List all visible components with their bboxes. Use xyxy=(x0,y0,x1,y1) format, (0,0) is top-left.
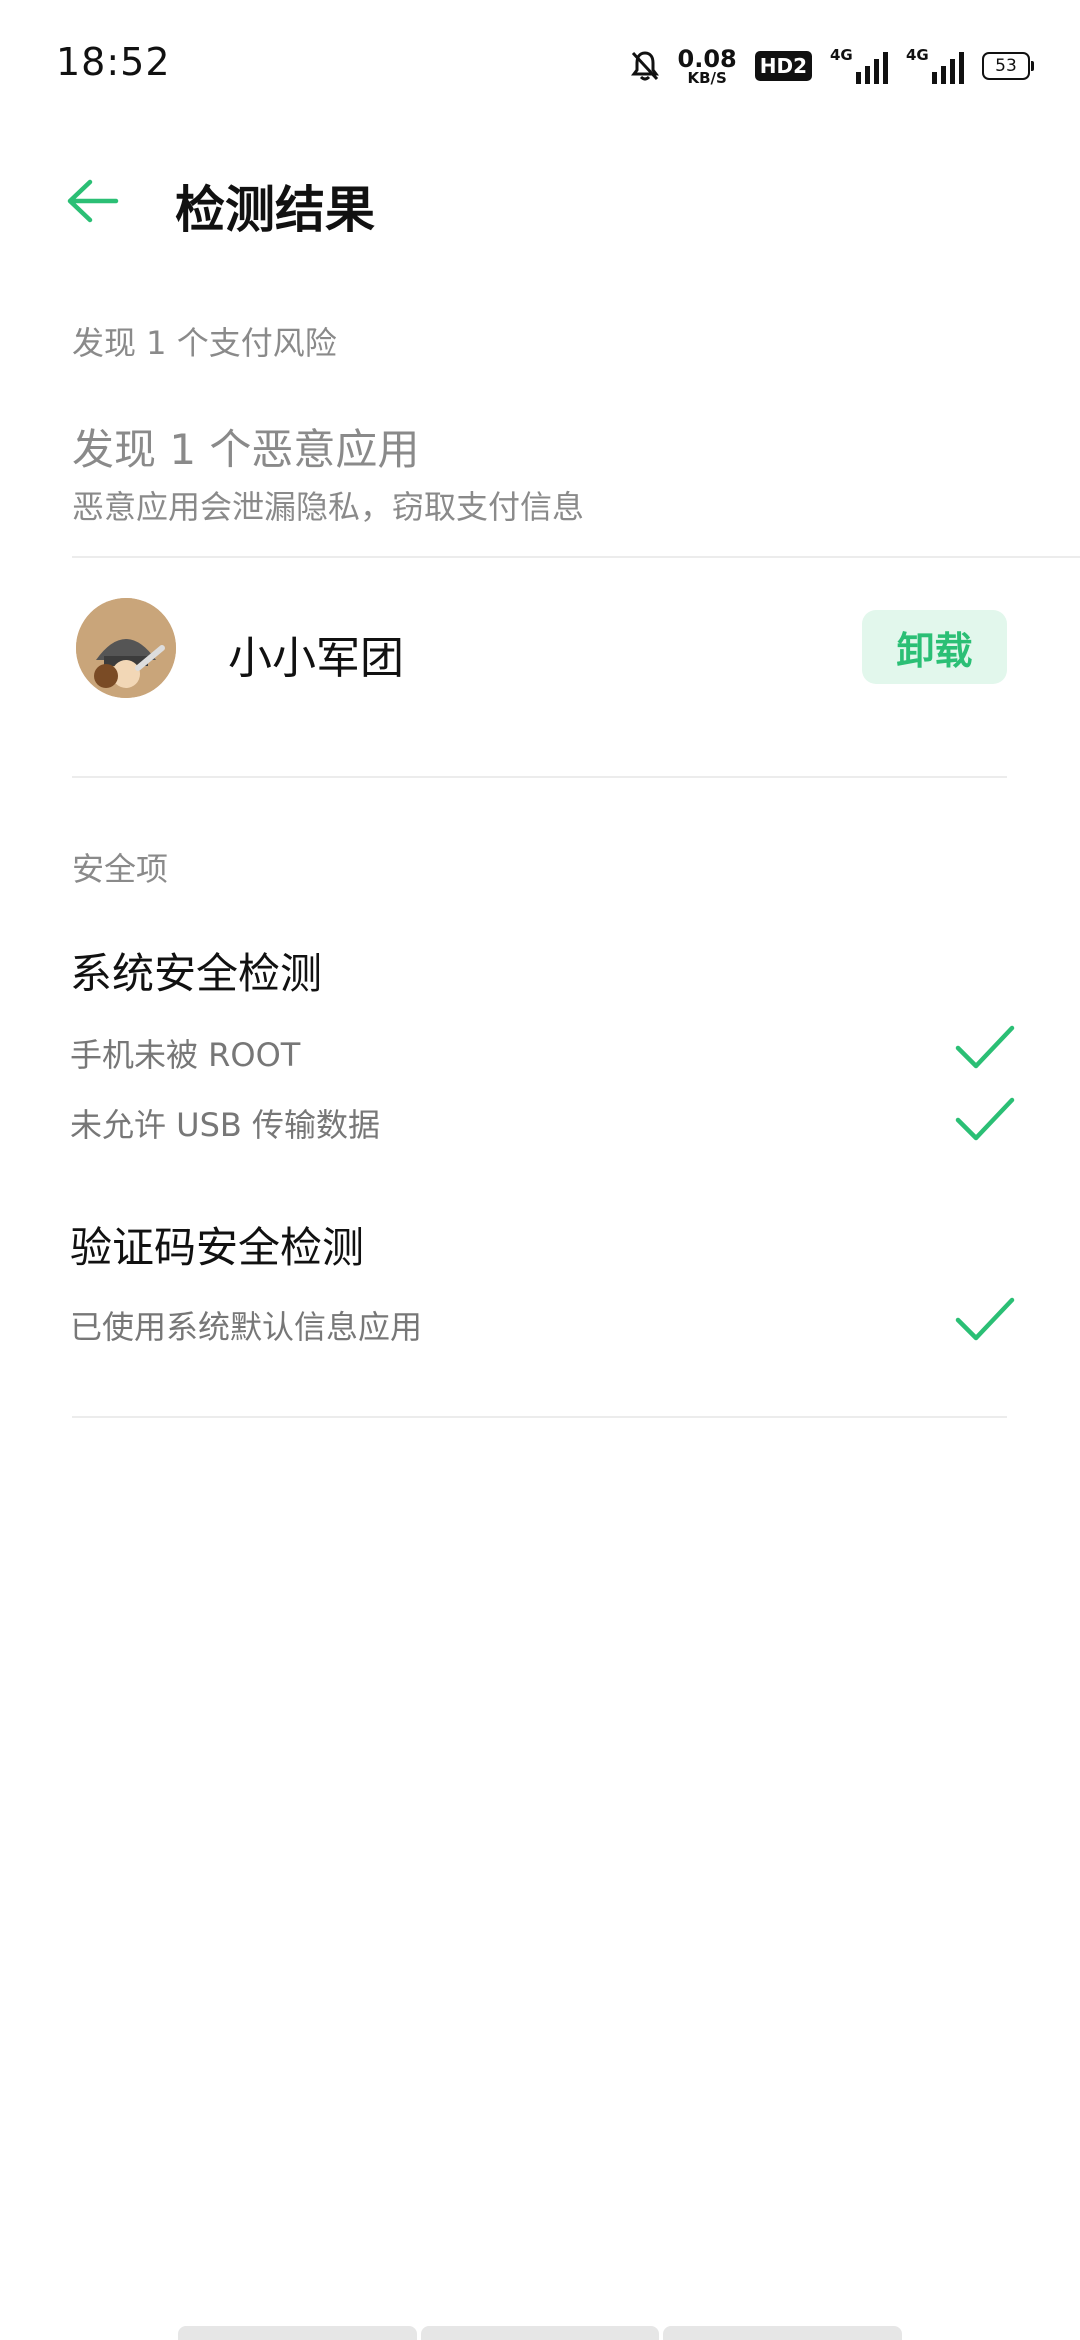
status-time: 18:52 xyxy=(56,40,171,84)
network-speed-unit: KB/S xyxy=(687,68,727,87)
app-name: 小小军团 xyxy=(228,633,404,684)
check-icon xyxy=(955,1025,1015,1069)
hd-badge: HD2 xyxy=(754,51,812,81)
app-icon xyxy=(76,598,176,698)
signal-network-label: 4G xyxy=(830,46,853,64)
signal-strength-icon-2: 4G xyxy=(906,46,964,84)
malicious-app-headline: 发现 1 个恶意应用 xyxy=(72,425,420,474)
check-icon xyxy=(955,1297,1015,1341)
divider xyxy=(72,1416,1007,1418)
battery-level: 53 xyxy=(995,56,1017,76)
app-avatar xyxy=(76,598,176,698)
payment-risk-section-label: 发现 1 个支付风险 xyxy=(72,324,337,362)
network-speed-value: 0.08 xyxy=(677,44,737,73)
arrow-left-icon[interactable] xyxy=(64,176,120,226)
uninstall-button[interactable]: 卸载 xyxy=(862,610,1007,684)
navigation-bar[interactable] xyxy=(178,2326,903,2340)
system-security-title: 系统安全检测 xyxy=(70,949,323,998)
signal-strength-icon: 4G xyxy=(830,46,888,84)
check-item-sms-app: 已使用系统默认信息应用 xyxy=(70,1308,423,1346)
signal-network-label-2: 4G xyxy=(906,46,929,64)
bell-off-icon xyxy=(630,51,659,81)
check-item-usb: 未允许 USB 传输数据 xyxy=(70,1106,381,1144)
sms-code-security-title: 验证码安全检测 xyxy=(70,1223,365,1272)
divider xyxy=(72,776,1007,778)
divider xyxy=(72,556,1080,558)
status-icons: 0.08 KB/S HD2 4G 4G 53 xyxy=(630,44,1034,88)
network-speed: 0.08 KB/S xyxy=(678,47,737,86)
page-title: 检测结果 xyxy=(175,181,375,239)
safety-section-label: 安全项 xyxy=(72,850,169,888)
check-icon xyxy=(955,1097,1015,1141)
battery-icon: 53 xyxy=(982,52,1034,80)
malicious-app-description: 恶意应用会泄漏隐私，窃取支付信息 xyxy=(72,488,585,526)
check-item-root: 手机未被 ROOT xyxy=(70,1036,301,1074)
